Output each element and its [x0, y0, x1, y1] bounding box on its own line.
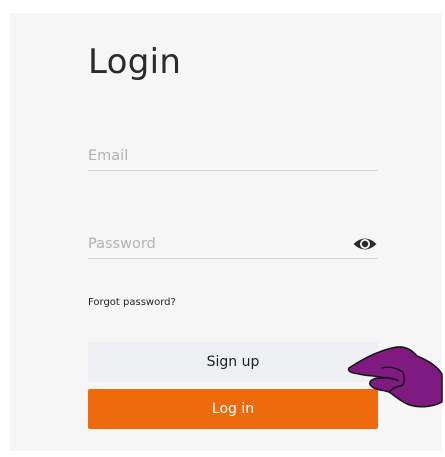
page-title: Login [88, 42, 182, 82]
email-field[interactable] [88, 144, 338, 168]
email-field-container [88, 144, 378, 171]
sign-up-button[interactable]: Sign up [88, 342, 378, 382]
forgot-password-link[interactable]: Forgot password? [88, 297, 176, 308]
log-in-button[interactable]: Log in [88, 389, 378, 429]
password-field[interactable] [88, 232, 338, 256]
password-field-container [88, 232, 378, 259]
pointing-hand-icon [347, 346, 443, 408]
eye-icon[interactable] [352, 234, 378, 254]
